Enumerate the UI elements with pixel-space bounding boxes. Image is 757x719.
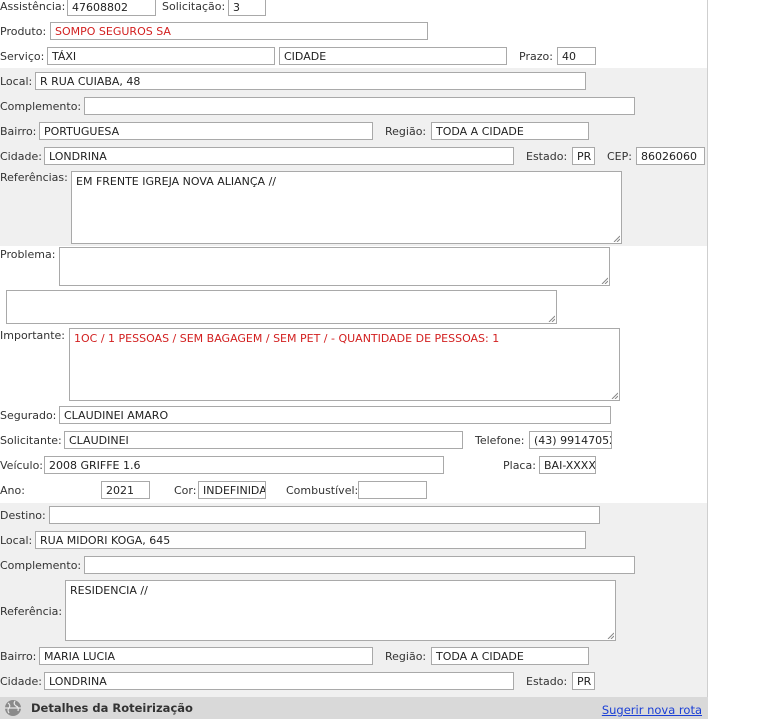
destino-local-label: Local:: [0, 534, 33, 547]
destino-regiao-label: Região:: [385, 650, 427, 663]
veiculo-field[interactable]: 2008 GRIFFE 1.6: [44, 456, 444, 474]
resize-grip-icon[interactable]: [612, 234, 620, 242]
destino-cidade-field[interactable]: LONDRINA: [44, 672, 514, 690]
destino-cidade-label: Cidade:: [0, 675, 42, 688]
destino-bairro-field[interactable]: MARIA LUCIA: [39, 647, 373, 665]
prazo-field[interactable]: 40: [557, 47, 596, 65]
servico-label: Serviço:: [0, 50, 45, 63]
destino-referencia-text: RESIDENCIA //: [70, 584, 148, 597]
produto-label: Produto:: [0, 25, 47, 38]
servico-field[interactable]: TÁXI: [47, 47, 275, 65]
importante-text: 1OC / 1 PESSOAS / SEM BAGAGEM / SEM PET …: [74, 332, 500, 345]
regiao-field[interactable]: TODA A CIDADE: [431, 122, 589, 140]
destino-complemento-field[interactable]: [84, 556, 635, 574]
cidade-field[interactable]: LONDRINA: [44, 147, 514, 165]
local-field[interactable]: R RUA CUIABA, 48: [35, 72, 586, 90]
cep-label: CEP:: [607, 150, 632, 163]
regiao-label: Região:: [385, 125, 427, 138]
destino-complemento-label: Complemento:: [0, 559, 82, 572]
cor-field[interactable]: INDEFINIDA: [198, 481, 266, 499]
assistencia-field[interactable]: 47608802: [67, 0, 156, 16]
segurado-label: Segurado:: [0, 409, 57, 422]
observacao-textarea[interactable]: [6, 290, 557, 324]
route-details-header: Detalhes da Roteirização Sugerir nova ro…: [0, 697, 708, 719]
problema-label: Problema:: [0, 248, 56, 261]
cep-field[interactable]: 86026060: [636, 147, 705, 165]
solicitacao-label: Solicitação:: [162, 0, 226, 13]
resize-grip-icon[interactable]: [547, 314, 555, 322]
resize-grip-icon[interactable]: [606, 631, 614, 639]
produto-field[interactable]: SOMPO SEGUROS SA: [50, 22, 428, 40]
destino-bairro-label: Bairro:: [0, 650, 37, 663]
telefone-label: Telefone:: [475, 434, 525, 447]
bairro-field[interactable]: PORTUGUESA: [39, 122, 373, 140]
importante-textarea[interactable]: 1OC / 1 PESSOAS / SEM BAGAGEM / SEM PET …: [69, 328, 620, 401]
panel-border: [707, 0, 708, 719]
veiculo-label: Veículo:: [0, 459, 44, 472]
importante-label: Importante:: [0, 329, 66, 342]
cidade-label: Cidade:: [0, 150, 42, 163]
estado-label: Estado:: [526, 150, 568, 163]
complemento-label: Complemento:: [0, 100, 82, 113]
servico-tipo-field[interactable]: CIDADE: [279, 47, 507, 65]
destino-field[interactable]: [49, 506, 600, 524]
bairro-label: Bairro:: [0, 125, 37, 138]
referencias-label: Referências:: [0, 171, 68, 184]
suggest-new-route-link[interactable]: Sugerir nova rota: [602, 702, 702, 718]
assistencia-label: Assistência:: [0, 0, 66, 13]
destino-estado-label: Estado:: [526, 675, 568, 688]
resize-grip-icon[interactable]: [610, 391, 618, 399]
destino-referencia-textarea[interactable]: RESIDENCIA //: [65, 580, 616, 641]
placa-field[interactable]: BAI-XXXX: [539, 456, 596, 474]
globe-icon: [5, 700, 21, 716]
solicitante-label: Solicitante:: [0, 434, 62, 447]
ano-label: Ano:: [0, 484, 25, 497]
estado-field[interactable]: PR: [572, 147, 595, 165]
complemento-field[interactable]: [84, 97, 635, 115]
destino-label: Destino:: [0, 509, 46, 522]
cor-label: Cor:: [174, 484, 197, 497]
combustivel-label: Combustível:: [286, 484, 359, 497]
destino-referencia-label: Referência:: [0, 605, 63, 618]
segurado-field[interactable]: CLAUDINEI AMARO: [59, 406, 611, 424]
route-details-title: Detalhes da Roteirização: [31, 701, 193, 715]
combustivel-field[interactable]: [358, 481, 427, 499]
solicitante-field[interactable]: CLAUDINEI: [64, 431, 463, 449]
placa-label: Placa:: [503, 459, 536, 472]
telefone-field[interactable]: (43) 991470522: [529, 431, 612, 449]
destino-local-field[interactable]: RUA MIDORI KOGA, 645: [35, 531, 586, 549]
solicitacao-field[interactable]: 3: [228, 0, 266, 16]
local-label: Local:: [0, 75, 33, 88]
referencias-textarea[interactable]: EM FRENTE IGREJA NOVA ALIANÇA //: [71, 171, 622, 244]
prazo-label: Prazo:: [519, 50, 553, 63]
resize-grip-icon[interactable]: [600, 276, 608, 284]
destino-regiao-field[interactable]: TODA A CIDADE: [431, 647, 589, 665]
destino-estado-field[interactable]: PR: [572, 672, 595, 690]
referencias-text: EM FRENTE IGREJA NOVA ALIANÇA //: [76, 175, 276, 188]
ano-field[interactable]: 2021: [101, 481, 150, 499]
problema-textarea[interactable]: [59, 247, 610, 286]
